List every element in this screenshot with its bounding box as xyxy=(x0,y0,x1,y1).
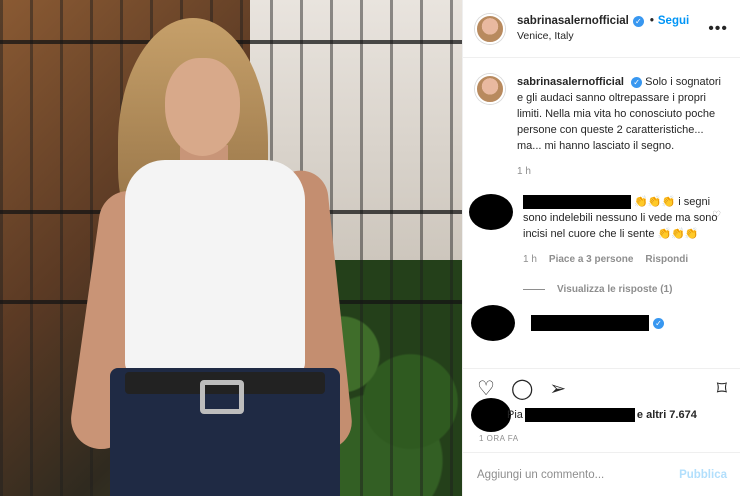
view-replies-label: Visualizza le risposte (1) xyxy=(557,284,673,295)
reply-button[interactable]: Rispondi xyxy=(645,252,688,268)
share-icon[interactable]: ➢ xyxy=(549,379,566,399)
comment-input[interactable] xyxy=(477,468,680,481)
post-photo[interactable] xyxy=(0,0,462,496)
comment-composer: Pubblica xyxy=(463,452,740,496)
more-options-icon[interactable]: ••• xyxy=(708,20,728,38)
comment-emoji-top: 👏👏👏 xyxy=(634,196,676,208)
comment-heart-icon[interactable]: ♡ xyxy=(712,210,721,221)
comment-likes[interactable]: Piace a 3 persone xyxy=(549,252,634,268)
comment-item: 👏👏👏 i segni sono indelebili nessuno li v… xyxy=(463,180,740,268)
photo-buckle xyxy=(200,380,244,414)
redacted-liker-avatar[interactable] xyxy=(471,398,511,432)
verified-icon: ✓ xyxy=(632,15,644,27)
author-username[interactable]: sabrinasalernofficial xyxy=(517,15,629,27)
verified-icon: ✓ xyxy=(653,317,664,329)
redacted-username[interactable] xyxy=(531,315,649,331)
view-replies-button[interactable]: Visualizza le risposte (1) xyxy=(523,284,740,295)
separator-dot: • xyxy=(649,15,654,27)
publish-button[interactable]: Pubblica xyxy=(679,469,727,481)
caption-username[interactable]: sabrinasalernofficial xyxy=(517,76,624,88)
photo-face xyxy=(165,58,240,156)
caption: sabrinasalernofficial ✓ Solo i sognatori… xyxy=(463,58,740,180)
comment-emoji-end: 👏👏👏 xyxy=(657,228,699,240)
redacted-avatar[interactable] xyxy=(469,194,513,230)
replies-line xyxy=(523,289,545,290)
author-avatar[interactable] xyxy=(475,13,505,44)
caption-time[interactable]: 1 h xyxy=(517,164,531,180)
likes-count[interactable]: e altri 7.674 xyxy=(637,409,697,421)
bookmark-icon[interactable]: ⌑ xyxy=(717,379,727,399)
follow-button[interactable]: Segui xyxy=(658,15,689,27)
post-side-panel: sabrinasalernofficial ✓ • Segui Venice, … xyxy=(462,0,740,496)
redacted-username[interactable] xyxy=(523,195,631,210)
comment-icon[interactable]: ◯ xyxy=(511,379,533,399)
comment-time[interactable]: 1 h xyxy=(523,252,537,268)
caption-avatar[interactable] xyxy=(475,74,505,104)
comments-list[interactable]: sabrinasalernofficial ✓ Solo i sognatori… xyxy=(463,58,740,360)
post-header: sabrinasalernofficial ✓ • Segui Venice, … xyxy=(463,0,740,58)
redacted-avatar[interactable] xyxy=(471,305,515,341)
post-timestamp[interactable]: 1 ORA FA xyxy=(479,434,519,443)
comment-item: ✓ xyxy=(463,295,740,341)
likes-summary: Pia e altri 7.674 xyxy=(471,398,733,432)
redacted-liker-name[interactable] xyxy=(524,408,635,422)
verified-icon: ✓ xyxy=(631,77,643,88)
photo-white-top xyxy=(125,160,305,375)
post-location[interactable]: Venice, Italy xyxy=(517,30,689,42)
likes-prefix: Pia xyxy=(507,409,523,421)
heart-icon[interactable]: ♡ xyxy=(477,379,495,399)
